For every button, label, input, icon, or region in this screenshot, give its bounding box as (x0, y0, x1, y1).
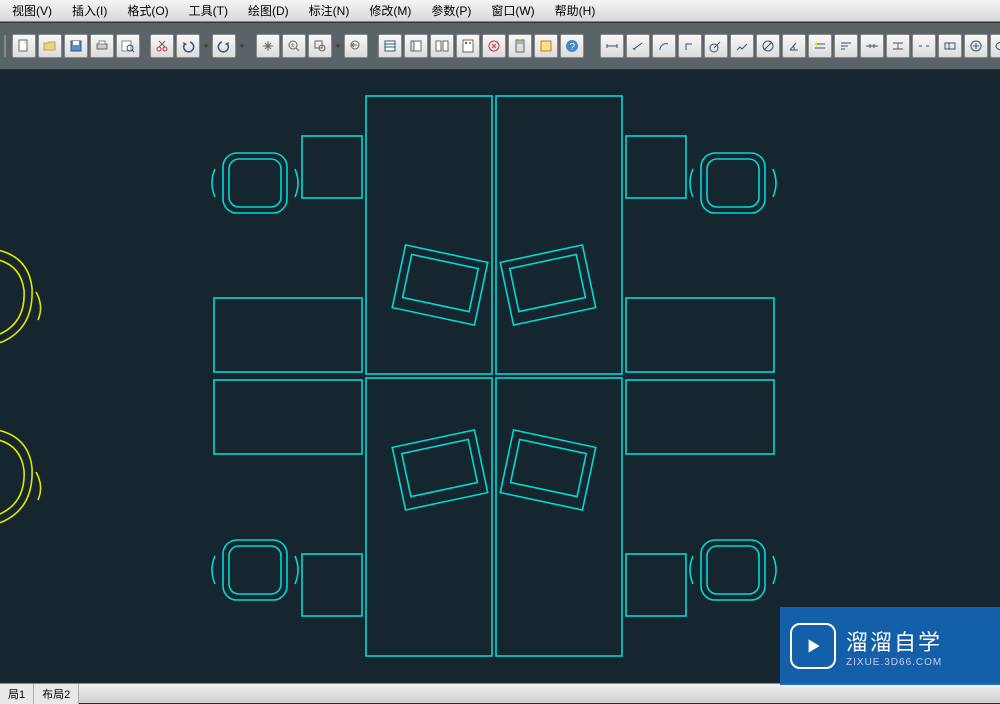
markup-icon[interactable] (482, 34, 506, 58)
design-center-icon[interactable] (430, 34, 454, 58)
properties-icon[interactable] (378, 34, 402, 58)
undo-dropdown-icon[interactable]: ▼ (202, 42, 210, 51)
jogged-icon[interactable] (730, 34, 754, 58)
dim-break-icon[interactable] (912, 34, 936, 58)
open-icon[interactable] (38, 34, 62, 58)
menu-bar: 视图(V) 插入(I) 格式(O) 工具(T) 绘图(D) 标注(N) 修改(M… (0, 0, 1000, 22)
undo-icon[interactable] (176, 34, 200, 58)
cut-icon[interactable] (150, 34, 174, 58)
zoom-dropdown-icon[interactable]: ▼ (334, 42, 342, 51)
menu-draw[interactable]: 绘图(D) (238, 0, 299, 22)
watermark-title: 溜溜自学 (846, 625, 942, 657)
menu-format[interactable]: 格式(O) (117, 0, 178, 22)
redo-dropdown-icon[interactable]: ▼ (238, 42, 246, 51)
dim-space-icon[interactable] (886, 34, 910, 58)
toolbar-sep (370, 34, 376, 58)
toolbar-sep (586, 34, 598, 58)
help-icon[interactable]: ? (560, 34, 584, 58)
drawing-canvas[interactable] (0, 70, 1000, 683)
radius-icon[interactable] (704, 34, 728, 58)
menu-help[interactable]: 帮助(H) (545, 0, 606, 22)
sheet-set-icon[interactable] (404, 34, 428, 58)
tab-layout1[interactable]: 局1 (0, 684, 34, 704)
menu-insert[interactable]: 插入(I) (62, 0, 117, 22)
diameter-icon[interactable] (756, 34, 780, 58)
plot-preview-icon[interactable] (116, 34, 140, 58)
save-icon[interactable] (64, 34, 88, 58)
drawing-svg (0, 70, 1000, 683)
menu-tools[interactable]: 工具(T) (179, 0, 238, 22)
continue-icon[interactable] (860, 34, 884, 58)
baseline-icon[interactable] (834, 34, 858, 58)
svg-text:±: ± (291, 43, 295, 49)
zoom-window-icon[interactable] (308, 34, 332, 58)
linear-dim-icon[interactable] (600, 34, 624, 58)
quick-dim-icon[interactable] (808, 34, 832, 58)
watermark-url: ZIXUE.3D66.COM (846, 657, 942, 668)
toolbar-sep (248, 34, 254, 58)
angular-icon[interactable] (782, 34, 806, 58)
aligned-dim-icon[interactable] (626, 34, 650, 58)
ordinate-icon[interactable] (678, 34, 702, 58)
menu-window[interactable]: 窗口(W) (481, 0, 544, 22)
menu-view[interactable]: 视图(V) (2, 0, 62, 22)
zoom-previous-icon[interactable] (344, 34, 368, 58)
standard-toolbar: ▼ ▼ ± ▼ ? (12, 32, 1000, 60)
toolbar-band: ▼ ▼ ± ▼ ? (0, 22, 1000, 70)
layout-tabs: 局1 布局2 (0, 683, 1000, 703)
zoom-realtime-icon[interactable]: ± (282, 34, 306, 58)
play-icon (790, 623, 836, 669)
search-icon[interactable] (4, 35, 6, 57)
toolbar-sep (142, 34, 148, 58)
block-icon[interactable] (534, 34, 558, 58)
inspect-icon[interactable] (990, 34, 1000, 58)
watermark: 溜溜自学 ZIXUE.3D66.COM (780, 607, 1000, 685)
tab-layout2[interactable]: 布局2 (34, 684, 79, 704)
quickcalc-icon[interactable] (508, 34, 532, 58)
center-mark-icon[interactable] (964, 34, 988, 58)
svg-text:?: ? (570, 42, 576, 53)
tolerance-icon[interactable] (938, 34, 962, 58)
menu-modify[interactable]: 修改(M) (359, 0, 421, 22)
arc-length-icon[interactable] (652, 34, 676, 58)
pan-icon[interactable] (256, 34, 280, 58)
redo-icon[interactable] (212, 34, 236, 58)
menu-dimension[interactable]: 标注(N) (299, 0, 360, 22)
new-icon[interactable] (12, 34, 36, 58)
plot-icon[interactable] (90, 34, 114, 58)
menu-param[interactable]: 参数(P) (421, 0, 481, 22)
tool-palette-icon[interactable] (456, 34, 480, 58)
